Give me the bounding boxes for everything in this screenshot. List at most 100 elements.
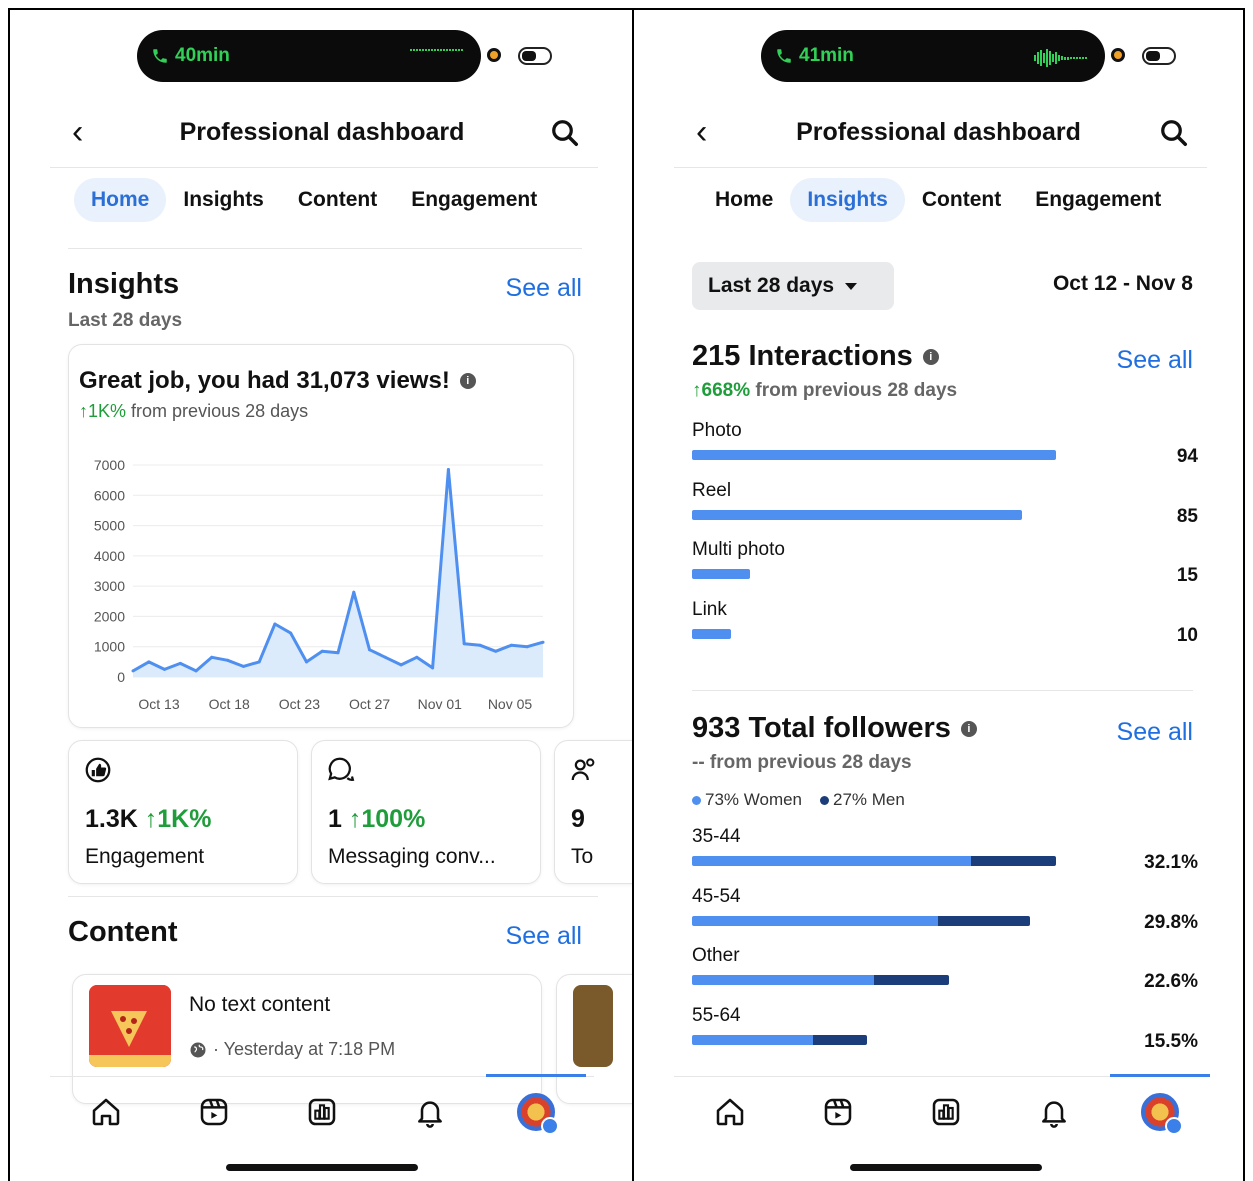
search-icon[interactable] xyxy=(550,118,580,148)
profile-avatar[interactable] xyxy=(516,1092,559,1135)
home-icon[interactable] xyxy=(86,1092,126,1132)
tab-home[interactable]: Home xyxy=(74,178,167,222)
legend-men: 27% Men xyxy=(820,790,905,810)
message-icon xyxy=(328,757,355,781)
content-post-card[interactable]: No text content · Yesterday at 7:18 PM xyxy=(72,974,542,1104)
tab-engagement[interactable]: Engagement xyxy=(1018,178,1178,222)
call-time: 41min xyxy=(799,45,854,66)
interaction-row: Reel 85 xyxy=(692,480,1198,527)
divider xyxy=(674,167,1207,168)
insights-title: Insights xyxy=(68,268,180,300)
avatar xyxy=(517,1093,559,1135)
tab-engagement[interactable]: Engagement xyxy=(394,178,554,222)
age-row: Other 22.6% xyxy=(692,945,1198,992)
back-chevron-icon[interactable]: ‹ xyxy=(72,113,83,152)
info-icon[interactable]: i xyxy=(922,348,939,365)
profile-avatar[interactable] xyxy=(1140,1092,1183,1135)
views-headline: Great job, you had 31,073 views! i xyxy=(79,367,476,395)
age-row: 55-64 15.5% xyxy=(692,1005,1198,1052)
post-thumbnail xyxy=(89,985,171,1067)
data-point xyxy=(415,655,419,659)
women-bar xyxy=(692,915,938,926)
header: ‹ Professional dashboard xyxy=(674,110,1203,154)
caret-down-icon xyxy=(845,283,858,290)
age-row: 35-44 32.1% xyxy=(692,826,1198,873)
views-card[interactable]: Great job, you had 31,073 views! i ↑1K% … xyxy=(68,344,574,728)
insights-see-all-link[interactable]: See all xyxy=(506,274,582,303)
data-point xyxy=(289,631,293,635)
tab-content[interactable]: Content xyxy=(281,178,394,222)
y-tick-label: 2000 xyxy=(94,608,125,624)
y-tick-label: 4000 xyxy=(94,548,125,564)
divider xyxy=(68,248,582,249)
tab-home[interactable]: Home xyxy=(698,178,790,222)
home-icon[interactable] xyxy=(710,1092,750,1132)
age-value: 22.6% xyxy=(1144,971,1198,992)
legend-men-label: 27% Men xyxy=(833,790,905,809)
back-chevron-icon[interactable]: ‹ xyxy=(696,113,707,152)
search-icon[interactable] xyxy=(1159,118,1189,148)
reels-icon[interactable] xyxy=(194,1092,234,1132)
date-range-dropdown[interactable]: Last 28 days xyxy=(692,262,894,310)
insights-period: Last 28 days xyxy=(68,310,183,331)
data-point xyxy=(305,660,308,664)
data-point xyxy=(541,640,545,644)
men-bar xyxy=(938,915,1030,926)
interactions-title-text: 215 Interactions xyxy=(692,340,913,372)
followers-title: 933 Total followers i xyxy=(692,712,977,745)
info-icon[interactable]: i xyxy=(459,373,476,389)
stat-card-engagement[interactable]: 1.3K ↑1K% Engagement xyxy=(68,740,298,884)
avatar xyxy=(1141,1093,1183,1135)
stat-card-messaging[interactable]: 1 ↑100% Messaging conv... xyxy=(311,740,541,884)
interaction-bar xyxy=(692,628,731,639)
recording-dot-icon xyxy=(487,48,501,62)
notifications-icon[interactable] xyxy=(410,1092,450,1132)
followers-see-all-link[interactable]: See all xyxy=(1117,718,1193,747)
interaction-bar xyxy=(692,569,750,579)
tab-insights[interactable]: Insights xyxy=(790,178,905,222)
tab-bar: Home Insights Content Engagement xyxy=(698,178,1178,222)
interactions-growth: ↑668% from previous 28 days xyxy=(692,380,957,402)
call-indicator[interactable]: 41min xyxy=(775,45,854,67)
dashboard-icon[interactable] xyxy=(302,1092,342,1132)
content-post-card-2[interactable] xyxy=(556,974,634,1104)
interactions-see-all-link[interactable]: See all xyxy=(1117,346,1193,375)
notifications-icon[interactable] xyxy=(1034,1092,1074,1132)
views-growth-text: from previous 28 days xyxy=(131,401,309,421)
stat-card-followers[interactable]: 9 To xyxy=(554,740,634,884)
tab-content[interactable]: Content xyxy=(905,178,1018,222)
call-time: 40min xyxy=(175,45,230,66)
data-point xyxy=(178,661,182,665)
home-indicator[interactable] xyxy=(226,1164,418,1171)
men-bar xyxy=(971,856,1056,866)
interaction-label: Multi photo xyxy=(692,539,785,560)
post-timestamp: · Yesterday at 7:18 PM xyxy=(213,1039,396,1059)
men-bar xyxy=(874,975,949,985)
dynamic-island[interactable]: 40min xyxy=(137,30,481,82)
views-line xyxy=(132,468,544,673)
post-title: No text content xyxy=(189,993,331,1016)
interaction-bar xyxy=(692,509,1022,520)
info-icon[interactable]: i xyxy=(960,720,977,737)
audio-wave-icon xyxy=(410,49,463,51)
dynamic-island[interactable]: 41min xyxy=(761,30,1105,82)
active-nav-indicator xyxy=(1110,1074,1210,1077)
legend-women-label: 73% Women xyxy=(705,790,803,809)
reels-icon[interactable] xyxy=(818,1092,858,1132)
data-point xyxy=(399,663,403,667)
divider xyxy=(68,896,598,897)
right-screenshot: 41min ‹ Professional dashboard Home Insi… xyxy=(632,8,1245,1181)
dashboard-icon[interactable] xyxy=(926,1092,966,1132)
y-tick-label: 7000 xyxy=(94,457,125,473)
data-point xyxy=(226,658,230,662)
battery-icon xyxy=(1142,47,1176,65)
data-point xyxy=(336,651,340,655)
data-point xyxy=(147,660,151,664)
age-value: 15.5% xyxy=(1144,1030,1198,1052)
tab-insights[interactable]: Insights xyxy=(166,178,281,222)
x-tick-label: Oct 13 xyxy=(138,696,179,712)
call-indicator[interactable]: 40min xyxy=(151,45,230,67)
home-indicator[interactable] xyxy=(850,1164,1042,1171)
age-label: Other xyxy=(692,945,740,966)
content-see-all-link[interactable]: See all xyxy=(506,922,582,951)
